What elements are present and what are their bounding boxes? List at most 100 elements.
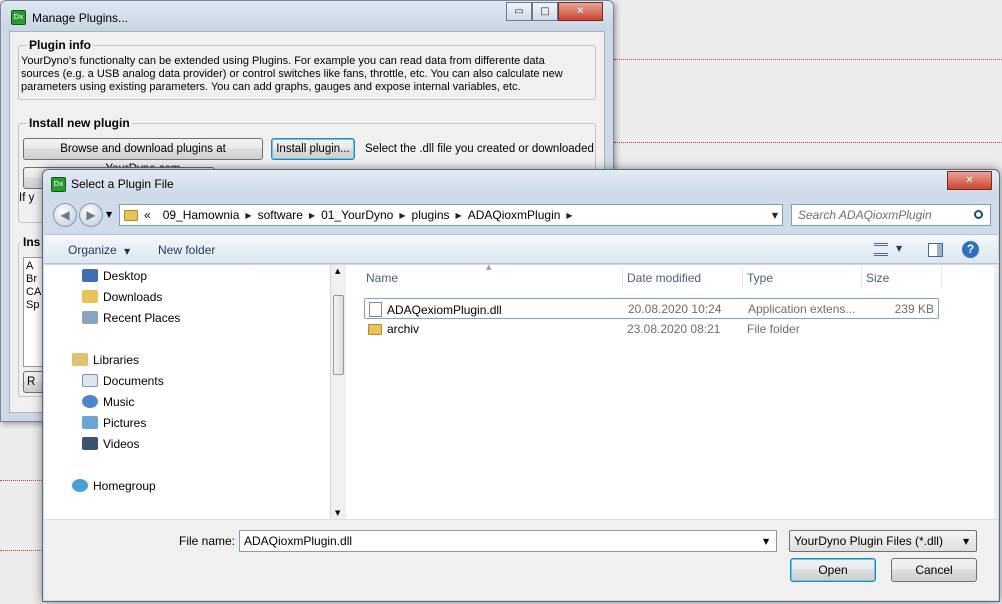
address-dropdown-icon[interactable]: ▼ bbox=[772, 211, 782, 220]
music-icon bbox=[82, 395, 98, 408]
dialog-titlebar[interactable]: Dx Select a Plugin File ✕ bbox=[43, 170, 999, 198]
nav-scrollbar[interactable]: ▲ ▼ bbox=[330, 265, 346, 519]
file-list: ▲ Name Date modified Type Size ADAQexiom… bbox=[346, 263, 998, 519]
file-name-input[interactable]: ADAQioxmPlugin.dll bbox=[239, 530, 777, 552]
breadcrumb-01-yourdyno[interactable]: 01_YourDyno bbox=[315, 208, 399, 222]
nav-libraries[interactable]: Libraries bbox=[72, 353, 139, 367]
file-date: 23.08.2020 08:21 bbox=[627, 322, 721, 336]
column-separator[interactable] bbox=[742, 267, 743, 289]
chevron-right-icon[interactable]: ▶ bbox=[566, 211, 572, 220]
window-title: Manage Plugins... bbox=[32, 11, 129, 25]
plugin-info-line-1: YourDyno's functionalty can be extended … bbox=[21, 55, 545, 67]
dll-file-icon bbox=[369, 302, 382, 317]
column-separator[interactable] bbox=[622, 267, 623, 289]
new-folder-button[interactable]: New folder bbox=[158, 243, 215, 257]
guide-line bbox=[0, 480, 42, 481]
nav-videos[interactable]: Videos bbox=[82, 437, 139, 451]
scroll-down-icon[interactable]: ▼ bbox=[335, 509, 340, 517]
search-icon[interactable] bbox=[974, 210, 983, 219]
file-name-cell: ADAQexiomPlugin.dll bbox=[369, 302, 502, 317]
list-item[interactable]: A bbox=[26, 260, 33, 273]
chevron-down-icon: ▼ bbox=[124, 247, 131, 256]
nav-music[interactable]: Music bbox=[82, 395, 134, 409]
preview-pane-icon[interactable] bbox=[928, 243, 943, 257]
file-date: 20.08.2020 10:24 bbox=[628, 302, 722, 316]
content-scrollbar-edge[interactable] bbox=[994, 265, 998, 519]
install-hint: Select the .dll file you created or down… bbox=[365, 143, 594, 155]
recent-places-icon bbox=[82, 311, 98, 324]
file-name-dropdown-icon[interactable]: ▼ bbox=[763, 537, 769, 546]
breadcrumb-09-hamownia[interactable]: 09_Hamownia bbox=[157, 208, 246, 222]
installed-plugins-label: Ins bbox=[21, 235, 43, 249]
homegroup-icon bbox=[72, 479, 88, 492]
breadcrumb-plugins[interactable]: plugins bbox=[406, 208, 456, 222]
videos-icon bbox=[82, 437, 98, 450]
list-item[interactable]: Sp bbox=[26, 299, 39, 312]
view-options-icon[interactable] bbox=[874, 243, 888, 256]
chevron-down-icon[interactable]: ▼ bbox=[896, 244, 902, 253]
nav-label: Homegroup bbox=[93, 479, 156, 493]
guide-line bbox=[614, 142, 1002, 143]
app-icon: Dx bbox=[11, 10, 26, 25]
scroll-up-icon[interactable]: ▲ bbox=[335, 267, 340, 275]
help-icon[interactable]: ? bbox=[962, 241, 979, 258]
file-size: 239 KB bbox=[894, 302, 934, 316]
nav-label: Recent Places bbox=[103, 311, 181, 325]
browse-plugins-button[interactable]: Browse and download plugins at YourDyno.… bbox=[23, 138, 263, 175]
back-arrow-icon[interactable]: ◀ bbox=[53, 203, 77, 227]
breadcrumb-overflow[interactable]: « bbox=[138, 208, 157, 222]
manage-plugins-titlebar[interactable]: Dx Manage Plugins... ▭ □ ✕ bbox=[1, 1, 613, 31]
nav-documents[interactable]: Documents bbox=[82, 374, 164, 388]
nav-recent-places[interactable]: Recent Places bbox=[82, 311, 180, 325]
open-button[interactable]: Open bbox=[790, 558, 876, 582]
column-header-date[interactable]: Date modified bbox=[627, 271, 701, 285]
address-bar[interactable]: « 09_Hamownia ▶ software ▶ 01_YourDyno ▶ pl… bbox=[119, 204, 783, 226]
file-name-label: File name: bbox=[179, 534, 236, 548]
column-header-type[interactable]: Type bbox=[747, 271, 773, 285]
sort-arrow-icon: ▲ bbox=[486, 263, 492, 271]
organize-menu[interactable]: Organize ▼ bbox=[68, 243, 130, 257]
dialog-close-button[interactable]: ✕ bbox=[947, 171, 992, 190]
nav-label: Libraries bbox=[93, 353, 140, 367]
nav-label: Downloads bbox=[103, 290, 163, 304]
folder-icon bbox=[368, 324, 382, 335]
list-item[interactable]: Br bbox=[26, 273, 37, 286]
file-type-select[interactable]: YourDyno Plugin Files (*.dll) bbox=[789, 530, 977, 552]
nav-label: Desktop bbox=[103, 269, 148, 283]
breadcrumb-adaqioxmplugin[interactable]: ADAQioxmPlugin bbox=[462, 208, 567, 222]
column-separator[interactable] bbox=[861, 267, 862, 289]
maximize-button[interactable]: □ bbox=[532, 2, 558, 21]
recent-pages-chevron-icon[interactable]: ▼ bbox=[106, 210, 112, 219]
downloads-icon bbox=[82, 290, 98, 303]
file-name: archiv bbox=[387, 322, 420, 336]
minimize-button[interactable]: ▭ bbox=[506, 2, 532, 21]
list-item[interactable]: CA bbox=[26, 286, 41, 299]
cancel-button[interactable]: Cancel bbox=[891, 558, 977, 582]
install-plugin-label: Install new plugin bbox=[27, 116, 132, 130]
file-type-dropdown-icon[interactable]: ▼ bbox=[963, 537, 969, 546]
install-plugin-button[interactable]: Install plugin... bbox=[271, 138, 355, 160]
guide-line bbox=[0, 550, 42, 551]
nav-downloads[interactable]: Downloads bbox=[82, 290, 162, 304]
nav-pictures[interactable]: Pictures bbox=[82, 416, 146, 430]
search-input[interactable]: Search ADAQioxmPlugin bbox=[791, 204, 991, 226]
close-button[interactable]: ✕ bbox=[558, 2, 603, 21]
select-plugin-file-dialog: Dx Select a Plugin File ✕ ◀ ▶ ▼ « 09_Ham… bbox=[42, 169, 1000, 602]
file-row[interactable]: archiv 23.08.2020 08:21 File folder bbox=[364, 319, 939, 340]
file-type: File folder bbox=[747, 322, 800, 336]
file-name-cell: archiv bbox=[368, 322, 419, 336]
scrollbar-thumb[interactable] bbox=[333, 295, 344, 375]
install-note-partial: If y bbox=[19, 192, 35, 204]
column-header-name[interactable]: Name bbox=[366, 271, 398, 285]
breadcrumb-software[interactable]: software bbox=[252, 208, 309, 222]
file-row[interactable]: ADAQexiomPlugin.dll 20.08.2020 10:24 App… bbox=[364, 298, 939, 319]
forward-arrow-icon[interactable]: ▶ bbox=[79, 203, 103, 227]
nav-label: Pictures bbox=[103, 416, 147, 430]
navigation-bar: ◀ ▶ ▼ « 09_Hamownia ▶ software ▶ 01_YourDy… bbox=[43, 198, 999, 234]
navigation-pane: Desktop Downloads Recent Places Librarie… bbox=[44, 265, 346, 519]
column-separator[interactable] bbox=[941, 267, 942, 289]
column-header-size[interactable]: Size bbox=[866, 271, 889, 285]
dialog-title: Select a Plugin File bbox=[71, 177, 174, 191]
nav-homegroup[interactable]: Homegroup bbox=[72, 479, 156, 493]
nav-desktop[interactable]: Desktop bbox=[82, 269, 147, 283]
